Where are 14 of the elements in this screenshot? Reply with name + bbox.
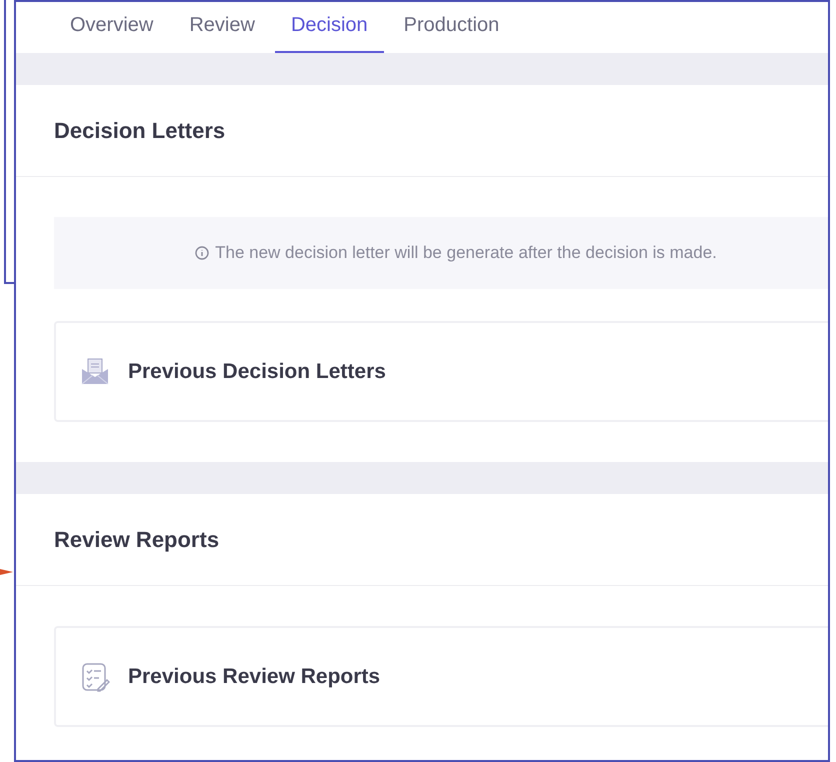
envelope-letter-icon	[80, 356, 110, 386]
annotation-arrow	[0, 566, 14, 578]
tab[interactable]: Production	[388, 2, 516, 53]
tab[interactable]: Review	[173, 2, 271, 53]
info-icon	[195, 246, 210, 260]
checklist-pen-icon	[80, 662, 110, 692]
collapsible-panel[interactable]: Previous Decision Letters	[54, 321, 828, 422]
panel-title: Previous Review Reports	[128, 664, 380, 690]
tab[interactable]: Overview	[54, 2, 170, 53]
panel-title: Previous Decision Letters	[128, 358, 386, 385]
section-title: Review Reports	[54, 526, 220, 554]
section-title: Decision Letters	[54, 117, 226, 145]
notice-text: The new decision letter will be generate after the decision is made.	[215, 242, 717, 264]
collapsible-panel[interactable]: Previous Review Reports	[54, 626, 828, 727]
